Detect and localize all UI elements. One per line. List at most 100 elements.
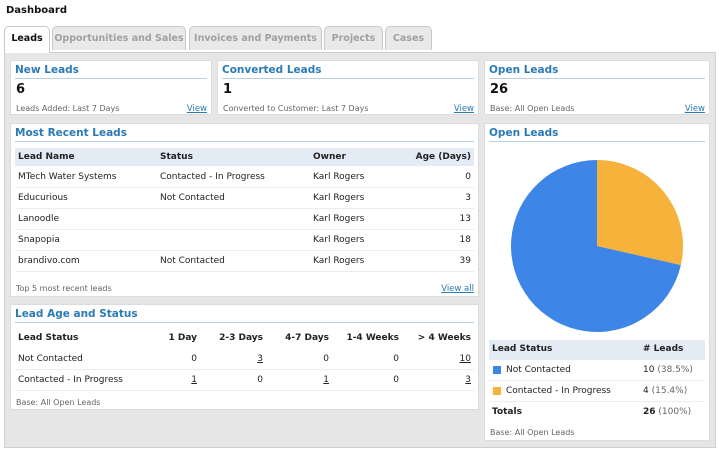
legend-swatch bbox=[493, 387, 501, 395]
count-4-7-days: 0 bbox=[323, 354, 329, 364]
divider bbox=[489, 141, 705, 142]
window-title: Dashboard bbox=[6, 5, 67, 16]
lead-status: Not Contacted bbox=[160, 256, 225, 266]
divider bbox=[489, 78, 705, 79]
table-row: Contacted - In Progress 1 0 1 0 3 bbox=[15, 370, 474, 391]
tab-cases[interactable]: Cases bbox=[385, 26, 432, 50]
tab-opportunities-and-sales[interactable]: Opportunities and Sales bbox=[52, 26, 186, 50]
count-1-day: 0 bbox=[191, 354, 197, 364]
new-leads-count: 6 bbox=[16, 82, 26, 97]
recent-leads-view-all-link[interactable]: View all bbox=[441, 284, 474, 294]
legend-row: Contacted - In Progress 4 (15.4%) bbox=[489, 381, 705, 402]
open-leads-kpi-panel: Open Leads 26 Base: All Open Leads View bbox=[484, 60, 710, 115]
lead-age: 18 bbox=[459, 235, 471, 245]
divider bbox=[15, 322, 474, 323]
new-leads-note: Leads Added: Last 7 Days bbox=[16, 104, 120, 113]
col-age: Age (Days) bbox=[415, 152, 471, 162]
open-leads-count: 26 bbox=[490, 82, 509, 97]
tab-projects[interactable]: Projects bbox=[324, 26, 383, 50]
table-row: brandivo.com Not Contacted Karl Rogers 3… bbox=[15, 251, 474, 272]
count-over-4-weeks-link[interactable]: 3 bbox=[465, 375, 471, 385]
legend-count: 10 (38.5%) bbox=[643, 365, 693, 375]
lead-owner: Karl Rogers bbox=[313, 256, 365, 266]
age-status-footer: Base: All Open Leads bbox=[16, 398, 101, 407]
tab-leads[interactable]: Leads bbox=[4, 26, 50, 53]
open-leads-chart-footer: Base: All Open Leads bbox=[490, 428, 575, 437]
legend-label: Not Contacted bbox=[506, 365, 571, 375]
converted-leads-title: Converted Leads bbox=[222, 64, 322, 76]
lead-name: MTech Water Systems bbox=[18, 172, 117, 182]
tab-invoices-and-payments[interactable]: Invoices and Payments bbox=[189, 26, 322, 50]
legend-label: Contacted - In Progress bbox=[506, 386, 611, 396]
col-lead-status: Lead Status bbox=[492, 344, 553, 354]
lead-status: Not Contacted bbox=[160, 193, 225, 203]
col-lead-status: Lead Status bbox=[18, 333, 79, 343]
new-leads-view-link[interactable]: View bbox=[187, 104, 207, 114]
pie-legend-header: Lead Status # Leads bbox=[489, 340, 705, 360]
divider bbox=[222, 78, 474, 79]
converted-leads-view-link[interactable]: View bbox=[454, 104, 474, 114]
converted-leads-count: 1 bbox=[223, 82, 233, 97]
legend-row: Not Contacted 10 (38.5%) bbox=[489, 360, 705, 381]
col-2-3-days: 2-3 Days bbox=[219, 333, 263, 343]
recent-leads-footer: Top 5 most recent leads bbox=[16, 284, 112, 293]
open-leads-chart-title: Open Leads bbox=[489, 127, 559, 139]
converted-leads-panel: Converted Leads 1 Converted to Customer:… bbox=[217, 60, 479, 115]
col-lead-name: Lead Name bbox=[18, 152, 75, 162]
lead-name: Lanoodle bbox=[18, 214, 59, 224]
divider bbox=[15, 78, 207, 79]
count-4-7-days-link[interactable]: 1 bbox=[323, 375, 329, 385]
lead-owner: Karl Rogers bbox=[313, 214, 365, 224]
col-status: Status bbox=[160, 152, 193, 162]
lead-status: Contacted - In Progress bbox=[18, 375, 123, 385]
legend-pct: (15.4%) bbox=[651, 386, 688, 396]
most-recent-leads-panel: Most Recent Leads Lead Name Status Owner… bbox=[10, 123, 479, 297]
most-recent-leads-title: Most Recent Leads bbox=[15, 127, 127, 139]
col-leads-count: # Leads bbox=[643, 344, 684, 354]
totals-count: 26 (100%) bbox=[643, 407, 691, 417]
open-leads-view-link[interactable]: View bbox=[685, 104, 705, 114]
window-titlebar: Dashboard bbox=[0, 0, 719, 22]
legend-pct: (38.5%) bbox=[657, 365, 693, 375]
col-4-7-days: 4-7 Days bbox=[285, 333, 329, 343]
table-row: Not Contacted 0 3 0 0 10 bbox=[15, 349, 474, 370]
lead-age: 0 bbox=[465, 172, 471, 182]
lead-age: 13 bbox=[459, 214, 471, 224]
age-status-header: Lead Status 1 Day 2-3 Days 4-7 Days 1-4 … bbox=[15, 329, 474, 347]
open-leads-pie-chart bbox=[511, 160, 683, 332]
count-over-4-weeks-link[interactable]: 10 bbox=[460, 354, 471, 364]
table-row: Educurious Not Contacted Karl Rogers 3 bbox=[15, 188, 474, 209]
lead-status: Contacted - In Progress bbox=[160, 172, 265, 182]
lead-name: Snapopia bbox=[18, 235, 60, 245]
col-over-4-weeks: > 4 Weeks bbox=[417, 333, 471, 343]
new-leads-panel: New Leads 6 Leads Added: Last 7 Days Vie… bbox=[10, 60, 212, 115]
col-1-4-weeks: 1-4 Weeks bbox=[346, 333, 399, 343]
count-2-3-days: 0 bbox=[257, 375, 263, 385]
lead-status: Not Contacted bbox=[18, 354, 83, 364]
totals-label: Totals bbox=[492, 407, 522, 417]
count-1-4-weeks: 0 bbox=[393, 375, 399, 385]
legend-count-value: 10 bbox=[643, 365, 655, 375]
dashboard-content: New Leads 6 Leads Added: Last 7 Days Vie… bbox=[4, 52, 716, 448]
open-leads-kpi-title: Open Leads bbox=[489, 64, 559, 76]
totals-pct: (100%) bbox=[658, 407, 692, 417]
count-1-day-link[interactable]: 1 bbox=[191, 375, 197, 385]
converted-leads-note: Converted to Customer: Last 7 Days bbox=[223, 104, 369, 113]
count-1-4-weeks: 0 bbox=[393, 354, 399, 364]
lead-age-status-panel: Lead Age and Status Lead Status 1 Day 2-… bbox=[10, 304, 479, 410]
lead-owner: Karl Rogers bbox=[313, 193, 365, 203]
open-leads-chart-panel: Open Leads Lead Status # Leads Not Conta… bbox=[484, 123, 710, 441]
tab-bar: Leads Opportunities and Sales Invoices a… bbox=[0, 26, 719, 53]
lead-age-status-title: Lead Age and Status bbox=[15, 308, 138, 320]
legend-count-value: 4 bbox=[643, 386, 649, 396]
lead-age: 39 bbox=[459, 256, 471, 266]
divider bbox=[15, 141, 474, 142]
totals-count-value: 26 bbox=[643, 407, 656, 417]
table-row: MTech Water Systems Contacted - In Progr… bbox=[15, 167, 474, 188]
col-1-day: 1 Day bbox=[168, 333, 197, 343]
legend-swatch bbox=[493, 366, 501, 374]
table-row: Lanoodle Karl Rogers 13 bbox=[15, 209, 474, 230]
count-2-3-days-link[interactable]: 3 bbox=[257, 354, 263, 364]
legend-total-row: Totals 26 (100%) bbox=[489, 402, 705, 422]
recent-leads-header: Lead Name Status Owner Age (Days) bbox=[15, 148, 474, 166]
